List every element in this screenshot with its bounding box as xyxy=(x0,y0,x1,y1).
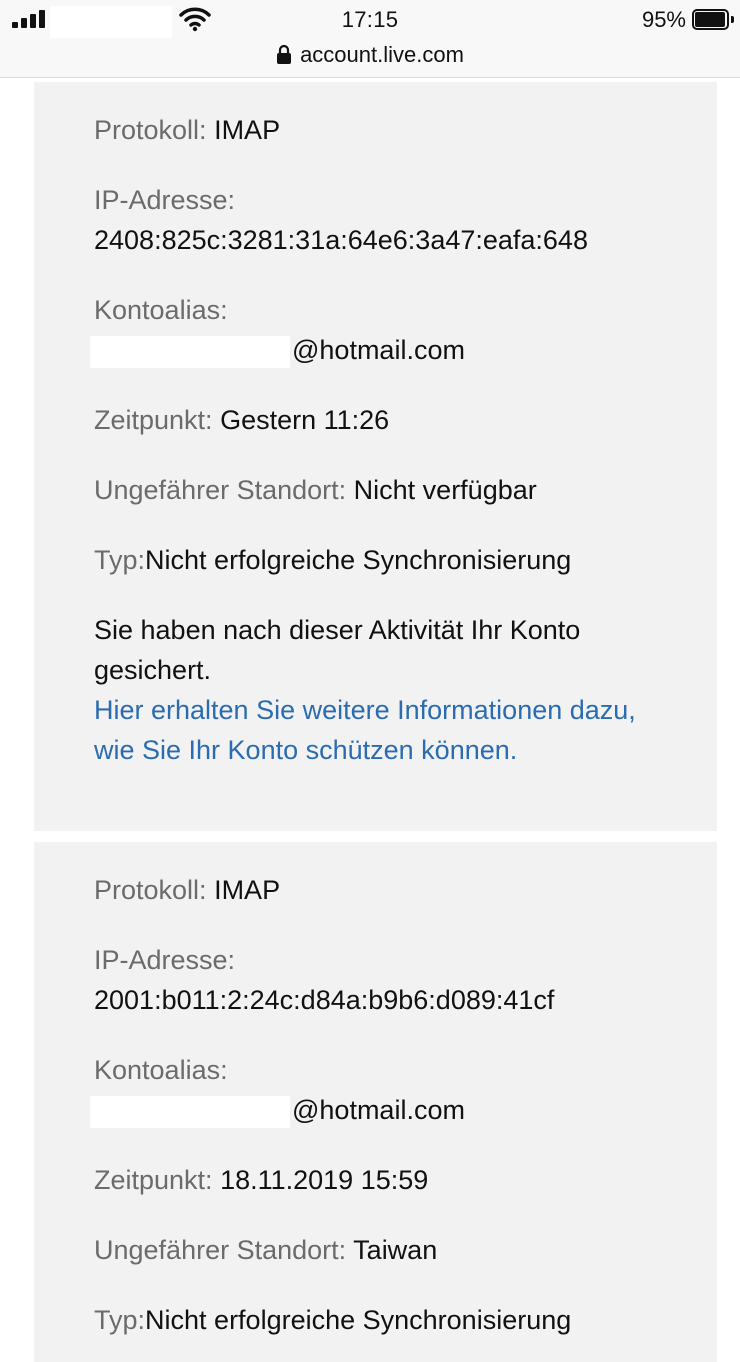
alias-domain: @hotmail.com xyxy=(292,335,465,365)
ip-field: IP-Adresse: 2001:b011:2:24c:d84a:b9b6:d0… xyxy=(94,940,554,1020)
secured-note: Sie haben nach dieser Aktivität Ihr Kont… xyxy=(94,610,674,770)
alias-label: Kontoalias: xyxy=(94,1055,228,1085)
location-field: Ungefährer Standort: Taiwan xyxy=(94,1230,437,1270)
ip-label: IP-Adresse: xyxy=(94,945,236,975)
location-label: Ungefährer Standort: xyxy=(94,475,354,505)
status-time: 17:15 xyxy=(341,7,399,32)
time-value: 18.11.2019 15:59 xyxy=(220,1165,429,1195)
address-bar[interactable]: account.live.com xyxy=(0,38,740,72)
protocol-label: Protokoll: xyxy=(94,875,215,905)
time-field: Zeitpunkt: 18.11.2019 15:59 xyxy=(94,1160,428,1200)
type-value: Nicht erfolgreiche Synchronisierung xyxy=(145,545,572,575)
activity-card: Protokoll: IMAP IP-Adresse: 2001:b011:2:… xyxy=(34,842,717,1362)
ip-label: IP-Adresse: xyxy=(94,185,236,215)
browser-top-bar: 17:15 95% account.live.com xyxy=(0,0,740,78)
location-value: Taiwan xyxy=(353,1235,438,1265)
time-field: Zeitpunkt: Gestern 11:26 xyxy=(94,400,389,440)
location-label: Ungefährer Standort: xyxy=(94,1235,354,1265)
account-protection-info-link[interactable]: Hier erhalten Sie weitere Informationen … xyxy=(94,690,674,770)
protocol-value: IMAP xyxy=(214,875,281,905)
type-field: Typ:Nicht erfolgreiche Synchronisierung xyxy=(94,1300,571,1340)
lock-icon xyxy=(277,44,292,64)
type-value: Nicht erfolgreiche Synchronisierung xyxy=(145,1305,572,1335)
ip-field: IP-Adresse: 2408:825c:3281:31a:64e6:3a47… xyxy=(94,180,588,260)
alias-field: Kontoalias: @hotmail.com xyxy=(90,290,465,370)
type-label: Typ: xyxy=(94,545,146,575)
time-label: Zeitpunkt: xyxy=(94,405,221,435)
activity-card: Protokoll: IMAP IP-Adresse: 2408:825c:32… xyxy=(34,82,717,831)
secured-note-text: Sie haben nach dieser Aktivität Ihr Kont… xyxy=(94,615,581,685)
alias-redaction xyxy=(90,335,290,368)
battery-percent: 95% xyxy=(641,7,686,32)
type-label: Typ: xyxy=(94,1305,146,1335)
alias-label: Kontoalias: xyxy=(94,295,228,325)
type-field: Typ:Nicht erfolgreiche Synchronisierung xyxy=(94,540,571,580)
battery-icon xyxy=(692,9,734,30)
ip-value: 2001:b011:2:24c:d84a:b9b6:d089:41cf xyxy=(94,985,555,1015)
protocol-value: IMAP xyxy=(214,115,281,145)
time-label: Zeitpunkt: xyxy=(94,1165,221,1195)
ip-value: 2408:825c:3281:31a:64e6:3a47:eafa:648 xyxy=(94,225,588,255)
protocol-field: Protokoll: IMAP xyxy=(94,110,280,150)
alias-field: Kontoalias: @hotmail.com xyxy=(90,1050,465,1130)
protocol-field: Protokoll: IMAP xyxy=(94,870,280,910)
location-value: Nicht verfügbar xyxy=(353,475,537,505)
time-value: Gestern 11:26 xyxy=(220,405,390,435)
alias-redaction xyxy=(90,1095,290,1128)
url-text: account.live.com xyxy=(300,42,464,67)
alias-domain: @hotmail.com xyxy=(292,1095,465,1125)
protocol-label: Protokoll: xyxy=(94,115,215,145)
location-field: Ungefährer Standort: Nicht verfügbar xyxy=(94,470,537,510)
